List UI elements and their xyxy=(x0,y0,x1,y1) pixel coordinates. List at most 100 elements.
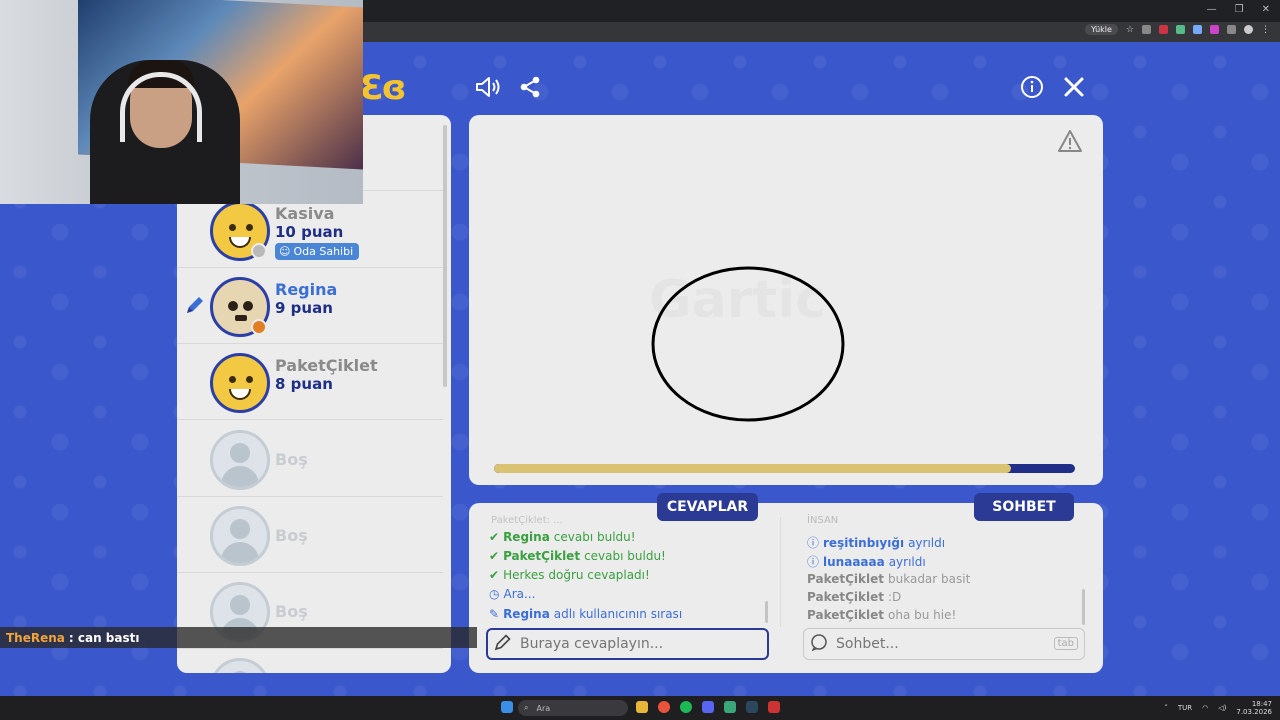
answer-field[interactable] xyxy=(486,628,769,660)
chat-bubble-icon xyxy=(810,633,828,655)
empty-slot[interactable] xyxy=(177,649,443,673)
browser-extensions: Yükle ☆ ⋮ xyxy=(1085,24,1270,35)
badge-label: Oda Sahibi xyxy=(293,245,354,258)
webcam-headset xyxy=(120,72,202,142)
crown-icon: ☺ xyxy=(279,245,291,258)
game-logo: Ɛɞ xyxy=(360,68,407,108)
clock-icon: ◷ xyxy=(489,587,500,601)
maximize-button[interactable]: ❐ xyxy=(1235,4,1244,15)
player-score: 9 puan xyxy=(275,299,333,317)
close-window-button[interactable]: ✕ xyxy=(1262,4,1270,15)
menu-icon[interactable]: ⋮ xyxy=(1261,25,1270,35)
chat-scrollbar[interactable] xyxy=(1082,589,1085,625)
info-icon: ⓘ xyxy=(807,536,820,550)
search-placeholder: Ara xyxy=(536,703,551,713)
sound-icon[interactable] xyxy=(473,72,503,102)
bookmark-star-icon[interactable]: ☆ xyxy=(1126,25,1134,35)
taskbar: ⌕ Ara ˄ TUR ◠ ◁) 18:47 7.03.2026 xyxy=(0,696,1280,720)
player-name: PaketÇiklet xyxy=(275,356,378,375)
extension-icon[interactable] xyxy=(1210,25,1219,34)
share-icon[interactable] xyxy=(515,72,545,102)
avatar-eye xyxy=(246,376,253,383)
start-icon[interactable] xyxy=(501,701,513,713)
info-icon: ⓘ xyxy=(807,555,820,569)
close-icon[interactable] xyxy=(1059,72,1089,102)
minimize-button[interactable]: — xyxy=(1207,4,1217,15)
overlay-message: : can bastı xyxy=(68,630,140,645)
status-dot xyxy=(251,319,267,335)
player-score: 8 puan xyxy=(275,375,333,393)
slot-label: Boş xyxy=(275,526,308,545)
room-owner-badge: ☺ Oda Sahibi xyxy=(275,243,360,260)
pencil-icon xyxy=(494,633,512,655)
clock[interactable]: 18:47 7.03.2026 xyxy=(1236,700,1272,716)
progress-fill xyxy=(494,464,1012,473)
extension-icon[interactable] xyxy=(1142,25,1151,34)
avatar-eye xyxy=(229,224,236,231)
avatar-smile xyxy=(229,389,251,400)
drawn-ellipse xyxy=(651,266,845,422)
answer-input[interactable] xyxy=(520,636,740,652)
empty-slot[interactable]: Boş xyxy=(177,497,443,573)
taskbar-search[interactable]: ⌕ Ara xyxy=(518,700,628,716)
chat-message: ⓘ reşitinbıyığı ayrıldı xyxy=(807,535,946,551)
chat-input[interactable] xyxy=(836,636,1056,652)
profile-avatar[interactable] xyxy=(1244,25,1253,34)
answer-message: PaketÇiklet: ... xyxy=(491,515,563,526)
avatar-eye xyxy=(229,376,236,383)
discord-icon[interactable] xyxy=(702,701,714,713)
tab-answers[interactable]: CEVAPLAR xyxy=(657,493,758,521)
wifi-icon[interactable]: ◠ xyxy=(1202,704,1208,712)
check-icon: ✔ xyxy=(489,549,500,563)
avatar-eye xyxy=(246,224,253,231)
answers-scrollbar[interactable] xyxy=(765,601,768,623)
volume-icon[interactable]: ◁) xyxy=(1218,704,1226,712)
answer-message: ✔ Regina cevabı buldu! xyxy=(489,530,636,544)
chat-message: PaketÇiklet bukadar basit xyxy=(807,572,971,586)
spotify-icon[interactable] xyxy=(680,701,692,713)
info-icon[interactable] xyxy=(1017,72,1047,102)
webcam-overlay xyxy=(0,0,363,204)
translate-button[interactable]: Yükle xyxy=(1085,24,1118,35)
answer-message: ◷ Ara... xyxy=(489,587,536,601)
overlay-username: TheRena xyxy=(6,630,65,645)
panel-divider xyxy=(780,517,781,627)
warning-icon[interactable] xyxy=(1057,129,1083,157)
extension-icon[interactable] xyxy=(1159,25,1168,34)
chrome-icon[interactable] xyxy=(658,701,670,713)
chat-message: ⓘ lunaaaaa ayrıldı xyxy=(807,554,926,570)
pencil-icon xyxy=(183,293,207,321)
chat-message: İNSAN xyxy=(807,515,839,526)
avatar xyxy=(210,353,270,413)
tab-key-hint: tab xyxy=(1053,637,1078,650)
extension-icon[interactable] xyxy=(1193,25,1202,34)
empty-slot[interactable]: Boş xyxy=(177,421,443,497)
chat-message: PaketÇiklet:D xyxy=(807,590,902,604)
pencil-icon: ✎ xyxy=(489,607,500,621)
players-scrollbar[interactable] xyxy=(443,125,447,387)
folder-icon[interactable] xyxy=(636,701,648,713)
extensions-puzzle-icon[interactable] xyxy=(1227,25,1236,34)
tab-chat[interactable]: SOHBET xyxy=(974,493,1074,521)
slot-label: Boş xyxy=(275,602,308,621)
extension-icon[interactable] xyxy=(1176,25,1185,34)
player-score: 10 puan xyxy=(275,223,344,241)
answer-message: ✔ Herkes doğru cevapladı! xyxy=(489,568,650,582)
player-name: Regina xyxy=(275,280,338,299)
player-row[interactable]: Regina 9 puan xyxy=(177,268,443,344)
avatar-eye xyxy=(243,301,253,311)
app-icon[interactable] xyxy=(768,701,780,713)
drawing-canvas[interactable]: Gartic xyxy=(469,115,1103,485)
steam-icon[interactable] xyxy=(746,701,758,713)
chevron-up-icon[interactable]: ˄ xyxy=(1164,704,1168,712)
stream-chat-overlay: TheRena : can bastı xyxy=(0,627,477,648)
slot-label: Boş xyxy=(275,450,308,469)
answer-message: ✔ PaketÇiklet cevabı buldu! xyxy=(489,549,666,563)
drawing-svg xyxy=(651,266,845,422)
player-row[interactable]: PaketÇiklet 8 puan xyxy=(177,344,443,420)
avatar-mouth xyxy=(235,315,247,321)
language-indicator[interactable]: TUR xyxy=(1178,704,1192,712)
chat-field[interactable]: tab xyxy=(803,628,1085,660)
app-icon[interactable] xyxy=(724,701,736,713)
window-controls: — ❐ ✕ xyxy=(1207,4,1270,15)
